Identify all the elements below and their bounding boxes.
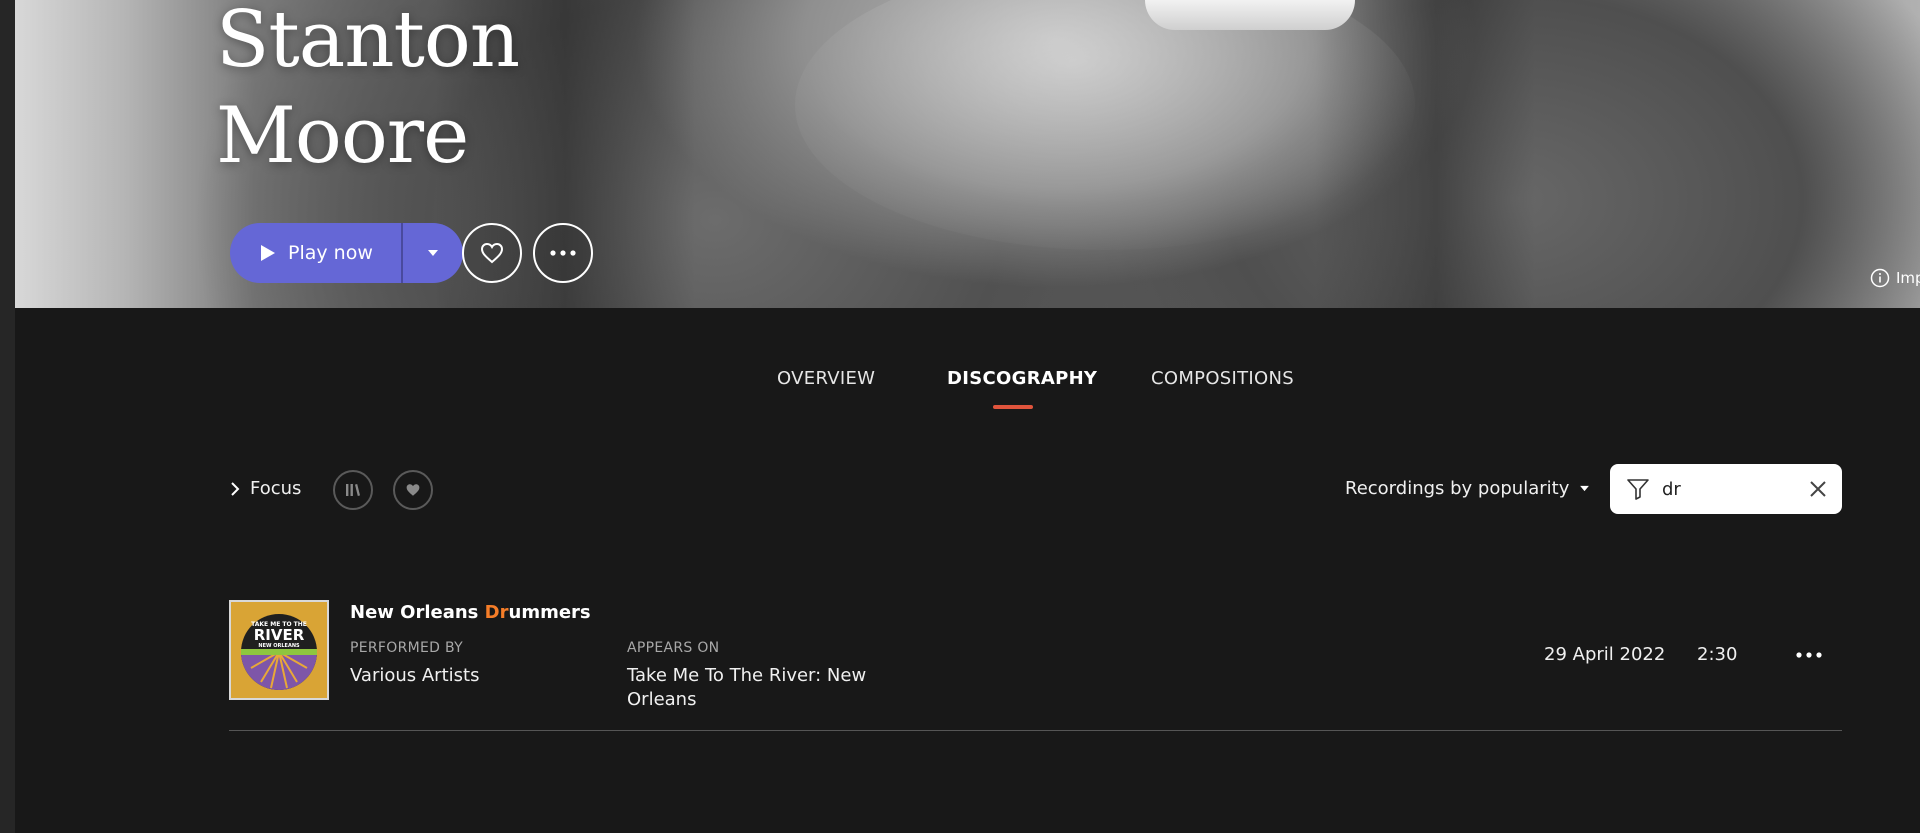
library-icon <box>346 484 360 496</box>
appears-on-line1: Take Me To The River: New <box>627 665 867 686</box>
tab-discography[interactable]: DISCOGRAPHY <box>947 368 1097 389</box>
focus-label: Focus <box>250 478 302 499</box>
play-now-button[interactable]: Play now <box>230 223 401 283</box>
appears-on-link[interactable]: Take Me To The River: New Orleans <box>627 664 866 712</box>
sort-label: Recordings by popularity <box>1345 478 1570 499</box>
chevron-down-icon <box>427 250 438 256</box>
artist-tabs: OVERVIEW DISCOGRAPHY COMPOSITIONS <box>0 368 1920 408</box>
artist-name-line1: Stanton <box>216 0 520 85</box>
artist-name: Stanton Moore <box>216 0 520 184</box>
table-row[interactable]: TAKE ME TO THE RIVER NEW ORLEANS New Orl… <box>229 598 1842 731</box>
album-cover-art: TAKE ME TO THE RIVER NEW ORLEANS <box>231 602 327 698</box>
more-icon <box>1796 652 1822 658</box>
more-icon <box>550 250 576 256</box>
cover-text-main: RIVER <box>254 626 305 644</box>
tab-overview[interactable]: OVERVIEW <box>777 368 875 389</box>
info-icon <box>1870 268 1890 288</box>
cover-text-sub: NEW ORLEANS <box>258 643 300 649</box>
track-title-prefix: New Orleans <box>350 602 485 623</box>
appears-on-label: APPEARS ON <box>627 640 720 656</box>
tab-compositions[interactable]: COMPOSITIONS <box>1151 368 1294 389</box>
close-icon[interactable] <box>1808 479 1828 499</box>
track-title[interactable]: New Orleans Drummers <box>350 602 591 623</box>
filter-icon <box>1627 479 1649 500</box>
play-button-group: Play now <box>230 223 463 283</box>
focus-toggle[interactable]: Focus <box>230 478 301 499</box>
play-options-dropdown[interactable] <box>403 223 463 283</box>
favorite-button[interactable] <box>462 223 522 283</box>
sort-dropdown[interactable]: Recordings by popularity <box>1345 478 1590 499</box>
album-cover[interactable]: TAKE ME TO THE RIVER NEW ORLEANS <box>229 600 329 700</box>
heart-icon <box>480 242 504 264</box>
performed-by-link[interactable]: Various Artists <box>350 664 479 688</box>
chevron-right-icon <box>231 481 240 496</box>
favorites-filter-button[interactable] <box>393 470 433 510</box>
play-icon <box>261 245 275 261</box>
play-now-label: Play now <box>288 242 373 264</box>
image-info-button[interactable]: Imp <box>1870 268 1920 288</box>
appears-on-line2: Orleans <box>627 689 697 710</box>
more-options-button[interactable] <box>533 223 593 283</box>
chevron-down-icon <box>1580 485 1590 492</box>
track-more-button[interactable] <box>1791 640 1827 670</box>
track-duration: 2:30 <box>1697 644 1738 665</box>
filter-search-box <box>1610 464 1842 514</box>
release-date: 29 April 2022 <box>1544 644 1666 665</box>
left-sidebar-edge <box>0 0 15 833</box>
track-title-suffix: ummers <box>508 602 591 623</box>
hero-photo-detail <box>1145 0 1355 30</box>
artist-name-line2: Moore <box>216 91 469 181</box>
performed-by-label: PERFORMED BY <box>350 640 463 656</box>
image-info-label: Imp <box>1896 269 1920 287</box>
library-filter-button[interactable] <box>333 470 373 510</box>
track-title-match: Dr <box>484 602 509 623</box>
heart-icon <box>406 484 420 496</box>
active-tab-indicator <box>993 405 1033 409</box>
filter-input[interactable] <box>1662 474 1792 504</box>
